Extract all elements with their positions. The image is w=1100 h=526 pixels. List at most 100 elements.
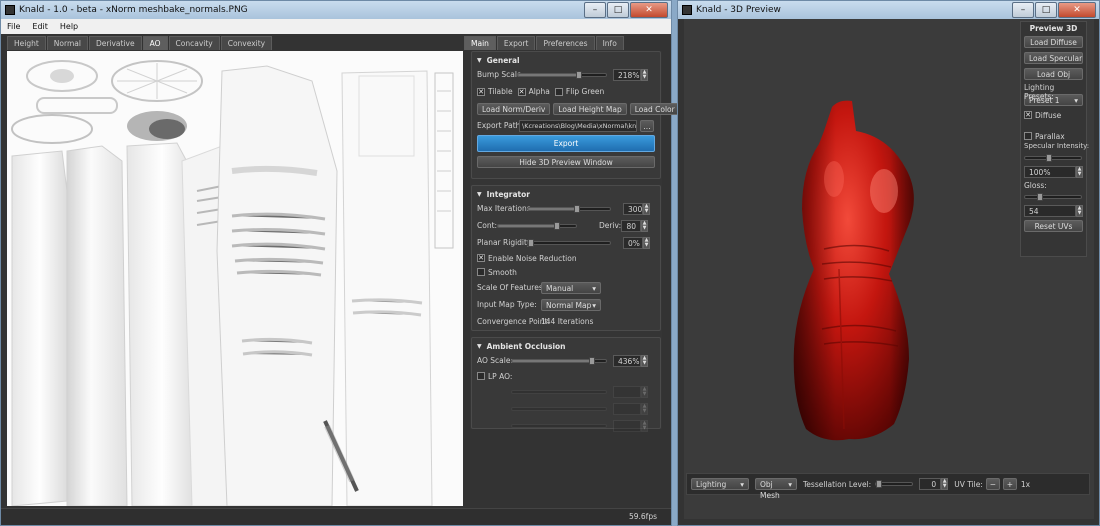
deriv-value[interactable]: 80: [621, 219, 641, 232]
spin-arrows-icon[interactable]: ▲ ▼: [1076, 205, 1083, 217]
tab-concavity[interactable]: Concavity: [168, 36, 220, 50]
ao-scale-value[interactable]: 436%: [613, 354, 641, 367]
minimize-button[interactable]: –: [584, 2, 606, 18]
tab-ao[interactable]: AO: [142, 36, 168, 50]
alpha-label: Alpha: [528, 87, 550, 96]
max-iterations-spinbox[interactable]: 300 ▲ ▼: [623, 202, 650, 215]
planar-rigidity-value[interactable]: 0%: [623, 236, 643, 249]
load-diffuse-button[interactable]: Load Diffuse: [1024, 36, 1083, 48]
tessellation-spinbox[interactable]: 0 ▲ ▼: [919, 478, 949, 490]
export-path-field[interactable]: \Kcreations\Blog\Media\xNormal\knald: [519, 119, 637, 132]
slider-handle[interactable]: [573, 204, 580, 213]
flip-green-checkbox[interactable]: [554, 87, 563, 96]
planar-rigidity-slider[interactable]: [527, 238, 611, 247]
scale-features-value: Manual: [546, 283, 574, 293]
minimize-button[interactable]: –: [1012, 2, 1034, 18]
menu-file[interactable]: File: [1, 22, 26, 31]
preview-bottom-toolbar: Lighting ▾ Obj Mesh ▾ Tessellation Level: …: [686, 473, 1090, 500]
tileable-checkbox[interactable]: ✕: [477, 87, 485, 96]
tab-main[interactable]: Main: [464, 36, 496, 50]
tab-normal[interactable]: Normal: [46, 36, 88, 50]
slider-handle[interactable]: [1046, 154, 1053, 162]
ambient-occlusion-header[interactable]: ▼ Ambient Occlusion: [477, 340, 655, 352]
hide-3d-preview-button[interactable]: Hide 3D Preview Window: [477, 156, 655, 168]
slider-handle[interactable]: [576, 70, 583, 79]
gloss-spinbox[interactable]: 54 ▲ ▼: [1024, 205, 1083, 217]
app-icon: [682, 5, 692, 15]
bump-scale-value[interactable]: 218%: [613, 68, 641, 81]
load-height-button[interactable]: Load Height Map: [553, 102, 627, 115]
tab-height[interactable]: Height: [7, 36, 46, 50]
diffuse-checkbox[interactable]: ✕: [1024, 111, 1032, 119]
slider-handle[interactable]: [554, 221, 561, 230]
obj-mesh-value: Obj Mesh: [760, 480, 780, 500]
slider-handle[interactable]: [1037, 193, 1044, 201]
menu-help[interactable]: Help: [54, 22, 84, 31]
maximize-button[interactable]: □: [1035, 2, 1057, 18]
gloss-slider[interactable]: [1024, 193, 1082, 201]
ao-scale-spinbox[interactable]: 436% ▲ ▼: [613, 354, 648, 367]
planar-rigidity-spinbox[interactable]: 0% ▲ ▼: [623, 236, 650, 249]
specular-intensity-slider[interactable]: [1024, 154, 1082, 162]
cont-deriv-slider[interactable]: [497, 221, 577, 230]
load-norm-button[interactable]: Load Norm/Deriv: [477, 102, 551, 115]
close-button[interactable]: ✕: [630, 2, 668, 18]
ao-texture-viewport[interactable]: [7, 51, 463, 506]
alpha-checkbox[interactable]: ✕: [517, 87, 526, 96]
spin-arrows-icon[interactable]: ▲ ▼: [643, 202, 650, 215]
input-map-type-dropdown[interactable]: Normal Map ▾: [541, 298, 601, 311]
load-specular-button[interactable]: Load Specular: [1024, 52, 1083, 64]
scale-features-dropdown[interactable]: Manual ▾: [541, 281, 601, 294]
preview-title-bar: Knald - 3D Preview – □ ✕: [678, 1, 1099, 19]
tab-info[interactable]: Info: [595, 36, 624, 50]
tab-convexity[interactable]: Convexity: [220, 36, 273, 50]
slider-handle[interactable]: [589, 356, 596, 365]
spin-arrows-icon[interactable]: ▲ ▼: [941, 478, 949, 490]
gloss-value[interactable]: 54: [1024, 205, 1076, 217]
tab-preferences[interactable]: Preferences: [536, 36, 595, 50]
load-obj-button[interactable]: Load Obj: [1024, 68, 1083, 80]
export-button[interactable]: Export: [477, 135, 655, 152]
lighting-value: Lighting: [696, 480, 727, 489]
menu-edit[interactable]: Edit: [26, 22, 54, 31]
ao-uv-map-image: [7, 51, 463, 506]
integrator-header[interactable]: ▼ Integrator: [477, 188, 655, 200]
slider-handle[interactable]: [876, 480, 883, 488]
spin-arrows-icon[interactable]: ▲ ▼: [641, 354, 648, 367]
parallax-checkbox[interactable]: [1024, 132, 1032, 140]
max-iterations-slider[interactable]: [527, 204, 611, 213]
smooth-checkbox[interactable]: [477, 268, 485, 276]
close-button[interactable]: ✕: [1058, 2, 1096, 18]
bump-scale-spinbox[interactable]: 218% ▲ ▼: [613, 68, 648, 81]
obj-mesh-dropdown[interactable]: Obj Mesh ▾: [755, 478, 797, 500]
bump-scale-slider[interactable]: [517, 70, 607, 79]
reset-uvs-button[interactable]: Reset UVs: [1024, 220, 1083, 232]
uv-tile-plus-button[interactable]: +: [1002, 478, 1017, 490]
tab-export[interactable]: Export: [496, 36, 536, 50]
general-title: General: [486, 55, 520, 65]
tessellation-value[interactable]: 0: [919, 478, 942, 490]
spin-arrows-icon[interactable]: ▲ ▼: [641, 219, 648, 232]
general-header[interactable]: ▼ General: [477, 54, 655, 66]
ao-scale-slider[interactable]: [511, 356, 607, 365]
maximize-button[interactable]: □: [607, 2, 629, 18]
tab-derivative[interactable]: Derivative: [88, 36, 142, 50]
deriv-spinbox[interactable]: 80 ▲ ▼: [621, 219, 648, 232]
lighting-preset-dropdown[interactable]: Preset 1 ▾: [1024, 94, 1083, 106]
max-iterations-value[interactable]: 300: [623, 202, 643, 215]
noise-reduction-checkbox[interactable]: ✕: [477, 254, 485, 262]
tessellation-slider[interactable]: [875, 480, 914, 488]
specular-intensity-value[interactable]: 100%: [1024, 166, 1076, 178]
general-group: ▼ General Bump Scale 218% ▲ ▼ ✕ Tilable ✕ Alp…: [471, 51, 698, 179]
browse-button[interactable]: ...: [640, 119, 654, 132]
specular-intensity-spinbox[interactable]: 100% ▲ ▼: [1024, 166, 1083, 178]
spin-arrows-icon[interactable]: ▲ ▼: [643, 236, 650, 249]
lp-ao-checkbox[interactable]: [477, 372, 485, 380]
spin-arrows-icon[interactable]: ▲ ▼: [641, 68, 648, 81]
slider-handle[interactable]: [528, 238, 534, 247]
lighting-dropdown[interactable]: Lighting ▾: [691, 478, 749, 490]
uv-tile-minus-button[interactable]: −: [985, 478, 1000, 490]
bump-scale-label: Bump Scale: [477, 70, 522, 79]
diffuse-label: Diffuse: [1035, 110, 1062, 120]
spin-arrows-icon[interactable]: ▲ ▼: [1076, 166, 1083, 178]
